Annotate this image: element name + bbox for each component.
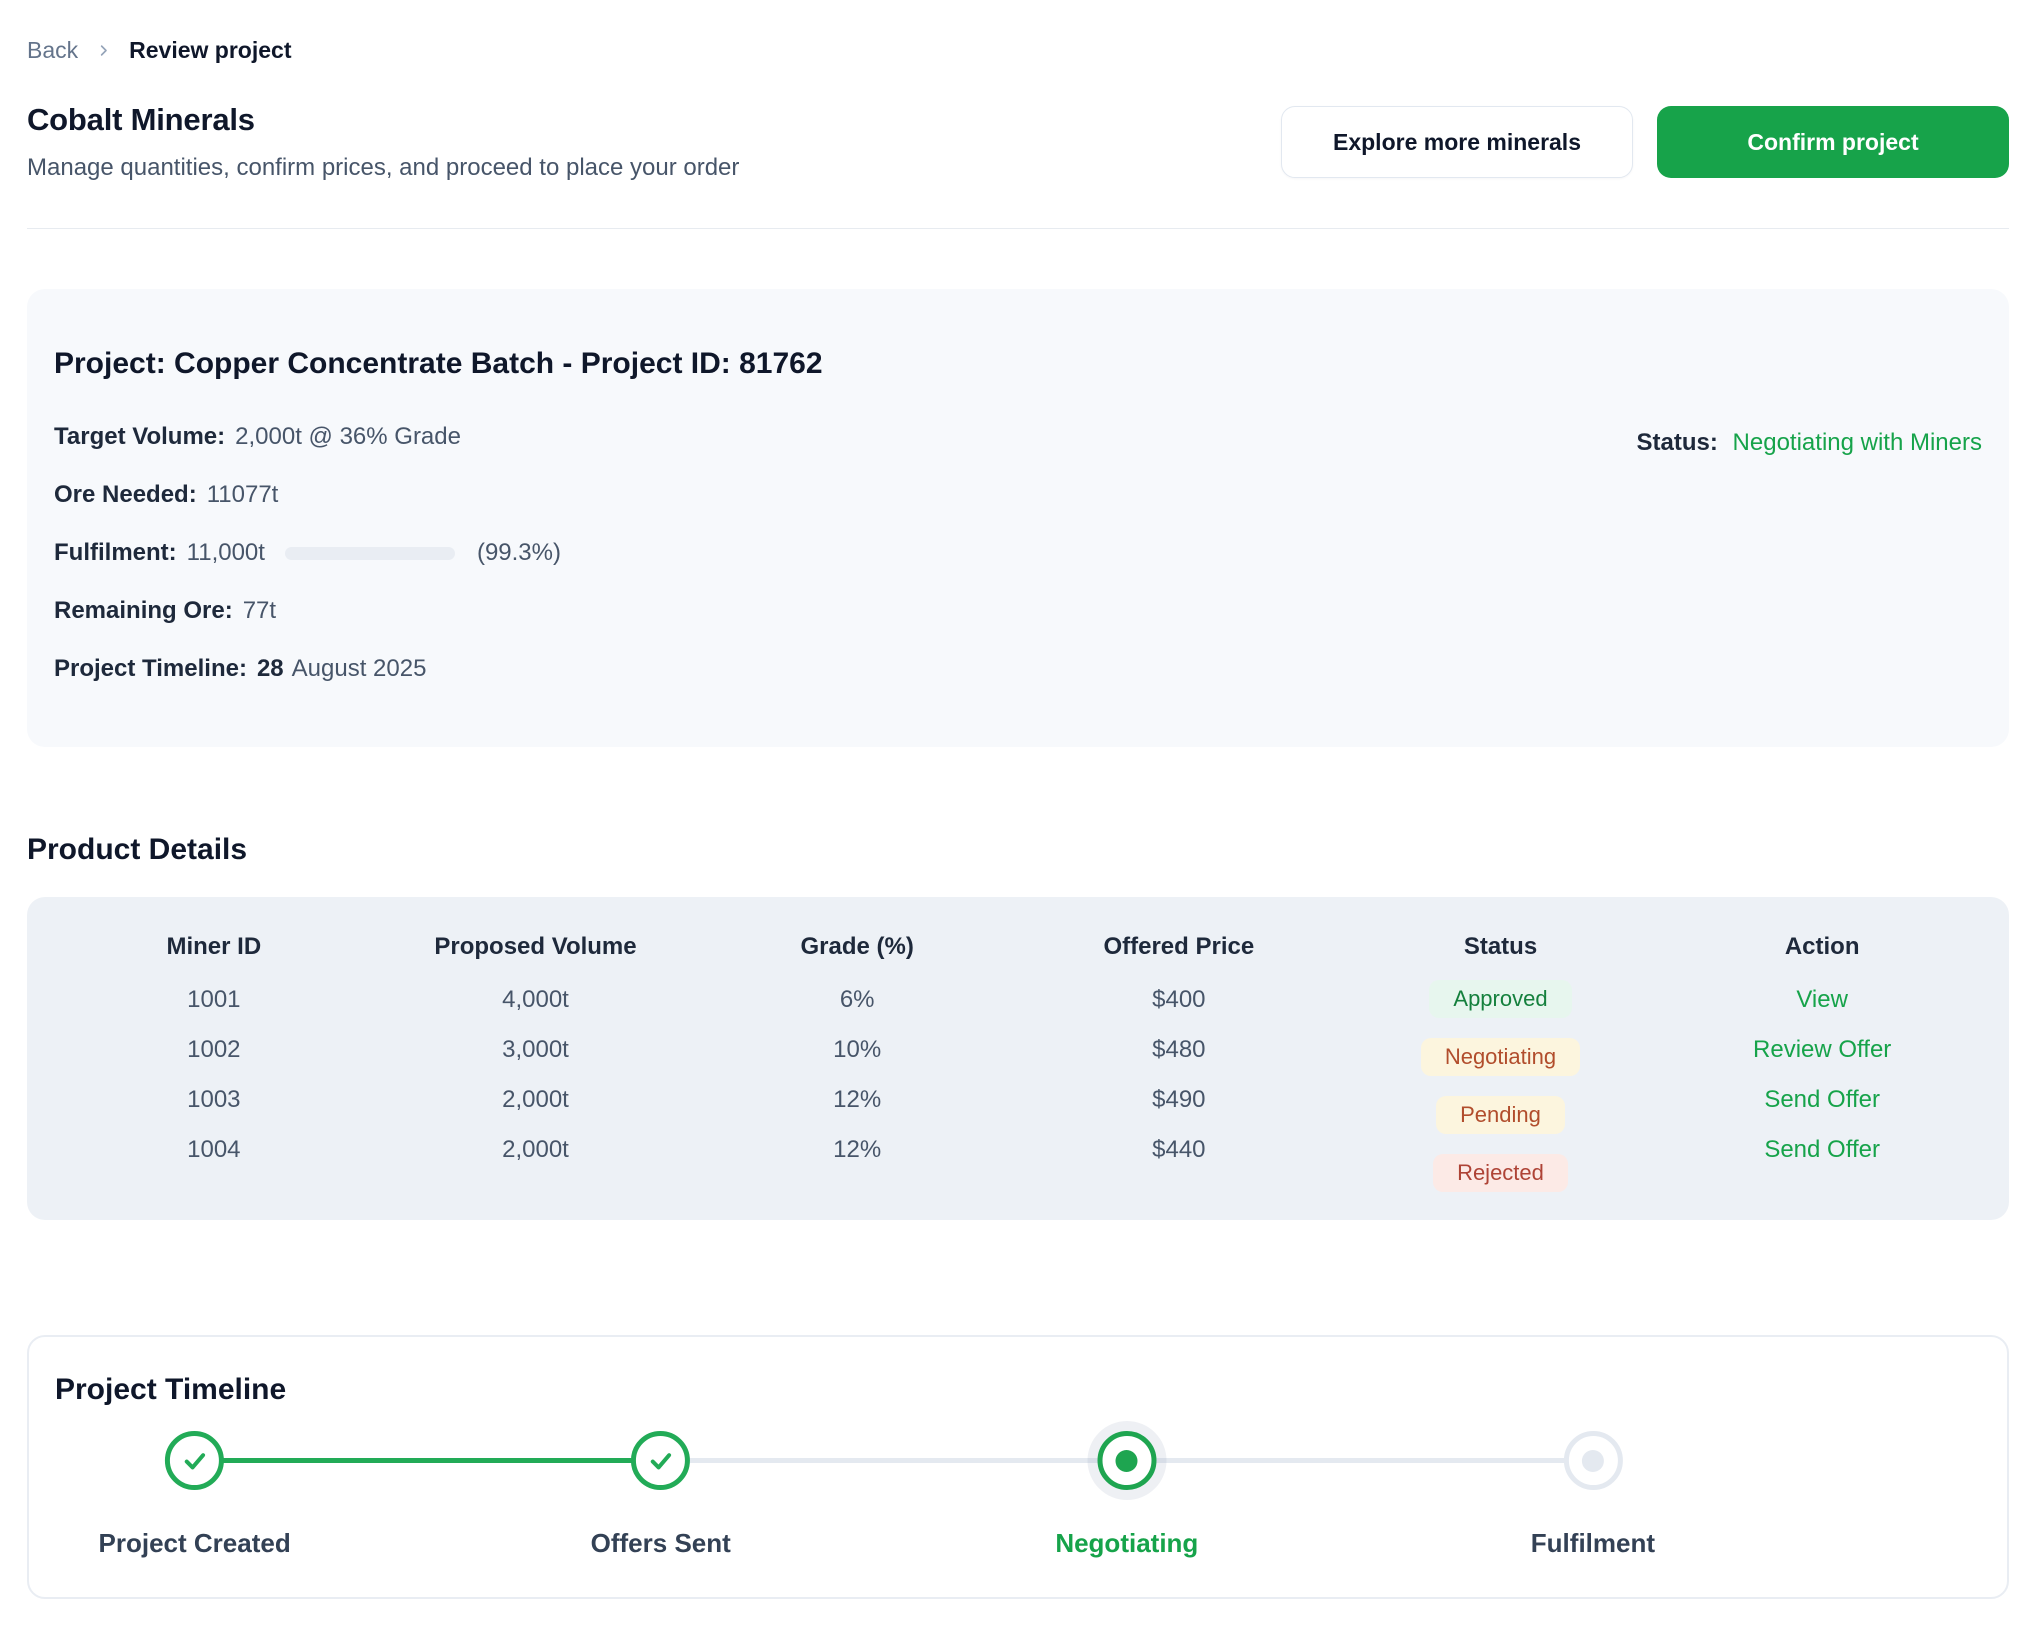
project-timeline-day: 28 [257,655,284,683]
status-badge: Negotiating [1421,1038,1580,1076]
status-badges: Approved Negotiating Pending Rejected [1421,980,1580,1192]
table-cell: 1001 [187,975,240,1025]
project-title: Project: Copper Concentrate Batch - Proj… [54,347,1982,381]
step-offers-sent: Offers Sent [591,1431,731,1559]
table-cell: 1003 [187,1075,240,1125]
status-value: Negotiating with Miners [1733,429,1982,456]
table-grid: Miner ID 1001 1002 1003 1004 Proposed Vo… [53,919,1983,1192]
step-label: Fulfilment [1531,1528,1655,1559]
table-cell: 2,000t [502,1125,569,1175]
product-details-heading: Product Details [27,833,2009,867]
column-header-grade: Grade (%) [800,919,913,975]
step-project-created: Project Created [99,1431,291,1559]
project-timeline-month: August 2025 [292,655,427,683]
project-timeline-row: Project Timeline: 28 August 2025 [54,657,1982,681]
fulfilment-progress-bar [285,547,455,560]
status-badge: Approved [1429,980,1571,1018]
breadcrumb-back-link[interactable]: Back [27,37,78,64]
status-badge: Rejected [1433,1154,1568,1192]
check-icon [181,1447,209,1475]
page-title: Cobalt Minerals [27,102,739,138]
step-label: Offers Sent [591,1528,731,1559]
column-header-status: Status [1464,919,1537,975]
table-cell: 12% [833,1075,881,1125]
step-dot [1116,1450,1138,1472]
action-link-send-offer[interactable]: Send Offer [1764,1075,1880,1125]
table-cell: $400 [1152,975,1205,1025]
column-header-action: Action [1785,919,1860,975]
table-cell: 1004 [187,1125,240,1175]
table-cell: 12% [833,1125,881,1175]
page-header: Cobalt Minerals Manage quantities, confi… [27,102,2009,182]
page-header-text: Cobalt Minerals Manage quantities, confi… [27,102,739,182]
confirm-project-button[interactable]: Confirm project [1657,106,2009,178]
project-summary-card: Project: Copper Concentrate Batch - Proj… [27,289,2009,747]
target-volume-label: Target Volume: [54,423,225,451]
fulfilment-row: Fulfilment: 11,000t (99.3%) [54,541,1982,565]
step-circle [165,1431,224,1490]
remaining-ore-label: Remaining Ore: [54,597,233,625]
column-header-miner-id: Miner ID [166,919,261,975]
status-badge: Pending [1436,1096,1565,1134]
table-cell: 6% [840,975,875,1025]
step-circle [1097,1431,1156,1490]
target-volume-value: 2,000t @ 36% Grade [235,423,461,451]
table-cell: $480 [1152,1025,1205,1075]
step-fulfilment: Fulfilment [1531,1431,1655,1559]
fulfilment-label: Fulfilment: [54,539,177,567]
table-cell: 10% [833,1025,881,1075]
check-icon [647,1447,675,1475]
column-action: Action View Review Offer Send Offer Send… [1661,919,1983,1192]
explore-more-minerals-button[interactable]: Explore more minerals [1281,106,1633,178]
project-fields: Target Volume: 2,000t @ 36% Grade Ore Ne… [54,425,1982,681]
remaining-ore-row: Remaining Ore: 77t [54,599,1982,623]
column-grade: Grade (%) 6% 10% 12% 12% [696,919,1018,1192]
project-timeline-label: Project Timeline: [54,655,247,683]
step-negotiating: Negotiating [1055,1431,1198,1559]
column-header-offered-price: Offered Price [1103,919,1254,975]
breadcrumb-current: Review project [129,37,291,64]
header-divider [27,228,2009,229]
project-timeline-card: Project Timeline Project Created Offers … [27,1335,2009,1599]
chevron-right-icon [96,43,111,58]
table-cell: 1002 [187,1025,240,1075]
table-cell: 2,000t [502,1075,569,1125]
fulfilment-value: 11,000t [187,539,265,567]
table-cell: $440 [1152,1125,1205,1175]
step-circle [631,1431,690,1490]
column-status: Status Approved Negotiating Pending Reje… [1340,919,1662,1192]
page: Back Review project Cobalt Minerals Mana… [0,0,2036,1630]
product-details-table: Miner ID 1001 1002 1003 1004 Proposed Vo… [27,897,2009,1220]
action-link-review-offer[interactable]: Review Offer [1753,1025,1891,1075]
status-label: Status: [1637,429,1718,456]
column-proposed-volume: Proposed Volume 4,000t 3,000t 2,000t 2,0… [375,919,697,1192]
table-cell: 3,000t [502,1025,569,1075]
step-label: Project Created [99,1528,291,1559]
remaining-ore-value: 77t [243,597,276,625]
action-link-view[interactable]: View [1796,975,1848,1025]
action-link-send-offer[interactable]: Send Offer [1764,1125,1880,1175]
ore-needed-value: 11077t [207,481,279,509]
timeline-stepper: Project Created Offers Sent Negotiating [55,1429,1981,1589]
step-label: Negotiating [1055,1528,1198,1559]
step-dot [1582,1450,1604,1472]
column-offered-price: Offered Price $400 $480 $490 $440 [1018,919,1340,1192]
project-status: Status: Negotiating with Miners [1637,429,1982,457]
column-header-proposed-volume: Proposed Volume [434,919,636,975]
page-subtitle: Manage quantities, confirm prices, and p… [27,154,739,182]
fulfilment-percent: (99.3%) [477,539,561,567]
step-circle [1563,1431,1622,1490]
table-cell: 4,000t [502,975,569,1025]
breadcrumb: Back Review project [27,0,2009,64]
table-cell: $490 [1152,1075,1205,1125]
ore-needed-row: Ore Needed: 11077t [54,483,1982,507]
column-miner-id: Miner ID 1001 1002 1003 1004 [53,919,375,1192]
ore-needed-label: Ore Needed: [54,481,197,509]
project-timeline-heading: Project Timeline [55,1373,1981,1407]
header-actions: Explore more minerals Confirm project [1281,106,2009,178]
